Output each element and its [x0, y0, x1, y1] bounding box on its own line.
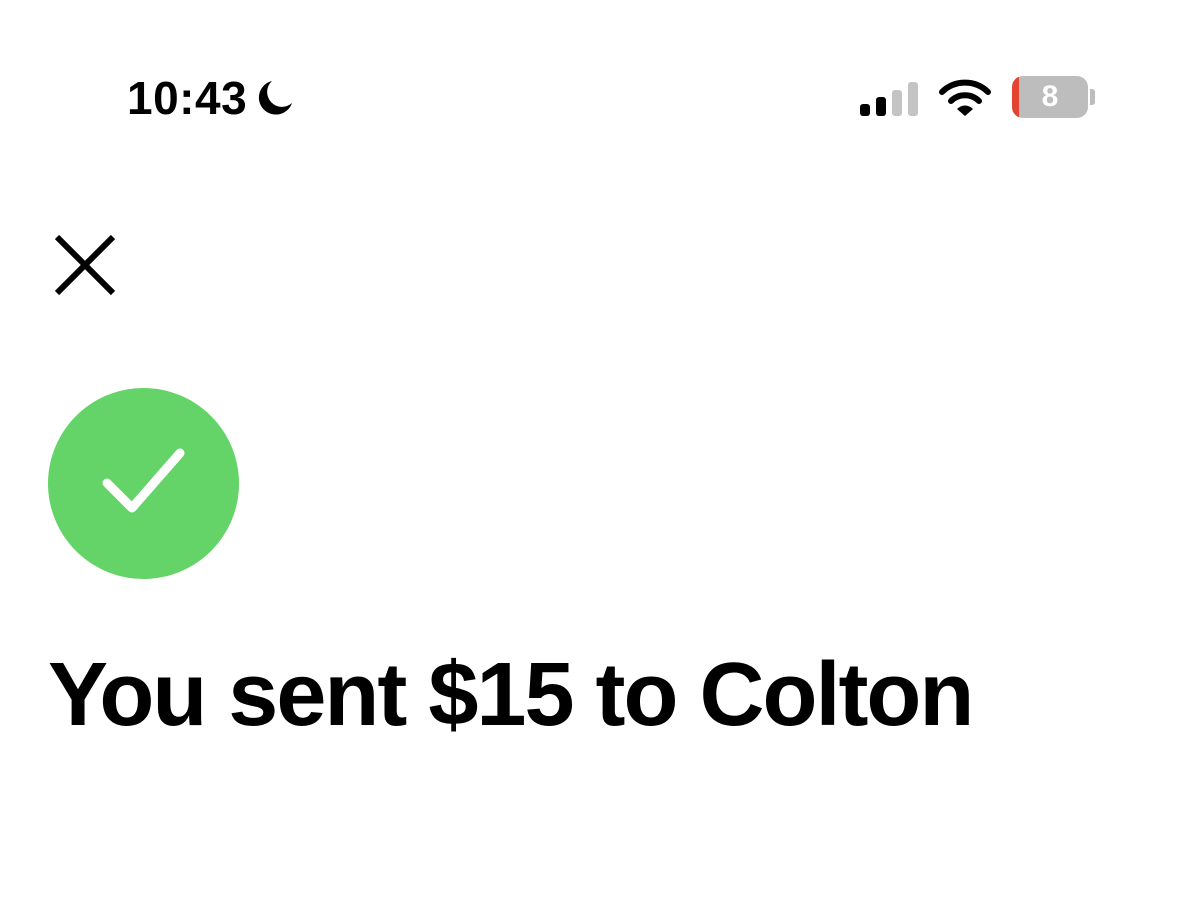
wifi-icon [939, 79, 991, 116]
status-time: 10:43 [127, 72, 248, 124]
confirmation-title: You sent $15 to Colton [48, 645, 974, 745]
battery-percent: 8 [1041, 80, 1059, 113]
close-icon [54, 234, 116, 296]
time-group: 10:43 [127, 72, 295, 124]
battery-indicator: 8 [1012, 76, 1095, 118]
moon-icon [259, 81, 293, 115]
battery-cap [1090, 89, 1095, 105]
checkmark-icon [102, 448, 185, 513]
cellular-signal-icon [860, 82, 918, 116]
battery-body: 8 [1012, 76, 1088, 118]
close-button[interactable] [44, 224, 126, 306]
success-badge [48, 388, 239, 579]
status-bar: 10:43 8 [0, 0, 1200, 190]
